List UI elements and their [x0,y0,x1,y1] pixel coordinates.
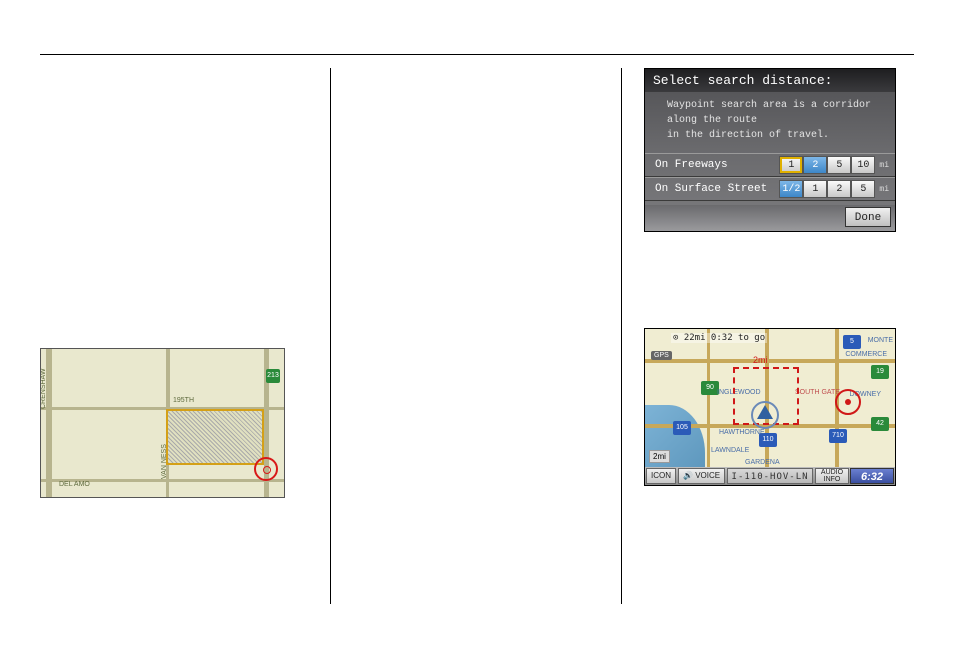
corridor-width-label: 2mi [753,355,768,365]
column-middle [331,68,621,604]
voice-button[interactable]: 🔊 VOICE [678,468,725,484]
column-right: Select search distance: Waypoint search … [622,68,914,604]
panel-title: Select search distance: [645,69,895,92]
distance-option-button[interactable]: 5 [827,156,851,174]
map-scale-badge: 2mi [649,450,670,463]
eta-info: ⊙ 22mi 0:32 to go [671,333,767,343]
eta-text: 22mi 0:32 to go [684,333,765,343]
road-label: DEL AMO [59,481,90,488]
row-label: On Freeways [655,159,779,171]
desc-line: Waypoint search area is a corridor along… [667,100,871,126]
surface-options: 1/2 1 2 5 [779,180,875,198]
city-label: COMMERCE [845,351,887,358]
interstate-shield-icon: 5 [843,335,861,349]
road-vertical [166,349,170,409]
icon-button[interactable]: ICON [646,468,676,484]
freeways-options: 1 2 5 10 [779,156,875,174]
city-label: SOUTH GATE [795,389,840,396]
unit-label: mi [879,161,889,170]
surface-street-row: On Surface Street 1/2 1 2 5 mi [645,177,895,201]
interstate-shield-icon: 105 [673,421,691,435]
city-label: HAWTHORNE [719,429,765,436]
road-label: 195TH [173,397,194,404]
clock-display: 6:32 [850,468,894,484]
row-label: On Surface Street [655,183,779,195]
voice-label: VOICE [695,471,720,480]
vehicle-icon [757,405,773,419]
current-road-display: I-110-HOV-LN [727,468,813,484]
panel-footer: Done [645,205,895,231]
city-label: MONTE [868,337,893,344]
freeway-line [645,359,895,363]
desc-line: in the direction of travel. [667,130,829,141]
distance-option-button[interactable]: 2 [803,156,827,174]
distance-option-button[interactable]: 2 [827,180,851,198]
map-bottom-bar: ICON 🔊 VOICE I-110-HOV-LN AUDIO INFO 6:3… [645,467,895,485]
navigation-map[interactable]: ⊙ 22mi 0:32 to go GPS 110 105 710 5 42 9… [644,328,896,486]
top-rule [40,54,914,55]
state-route-shield-icon: 42 [871,417,889,431]
area-selection-map[interactable]: CRENSHAW DEL AMO VAN NESS 195TH WESTERN … [40,348,285,498]
state-route-shield-icon: 19 [871,365,889,379]
gps-indicator-icon: GPS [651,351,672,360]
content-columns: CRENSHAW DEL AMO VAN NESS 195TH WESTERN … [40,68,914,604]
done-button[interactable]: Done [845,207,891,227]
destination-marker-icon [835,389,861,415]
distance-option-button[interactable]: 5 [851,180,875,198]
distance-option-button[interactable]: 1 [803,180,827,198]
unit-label: mi [879,185,889,194]
search-distance-panel: Select search distance: Waypoint search … [644,68,896,232]
city-label: GARDENA [745,459,780,466]
distance-option-button[interactable]: 1/2 [779,180,803,198]
interstate-shield-icon: 710 [829,429,847,443]
audio-info-button[interactable]: AUDIO INFO [815,468,849,484]
road-label: CRENSHAW [40,368,47,409]
route-shield-icon: 213 [266,369,280,383]
selection-rectangle [166,409,264,465]
freeways-row: On Freeways 1 2 5 10 mi [645,153,895,177]
distance-option-button[interactable]: 1 [779,156,803,174]
panel-description: Waypoint search area is a corridor along… [645,92,895,153]
distance-option-button[interactable]: 10 [851,156,875,174]
column-left: CRENSHAW DEL AMO VAN NESS 195TH WESTERN … [40,68,330,604]
freeway-line [707,329,710,485]
city-label: LAWNDALE [711,447,749,454]
target-crosshair-icon [254,457,278,481]
